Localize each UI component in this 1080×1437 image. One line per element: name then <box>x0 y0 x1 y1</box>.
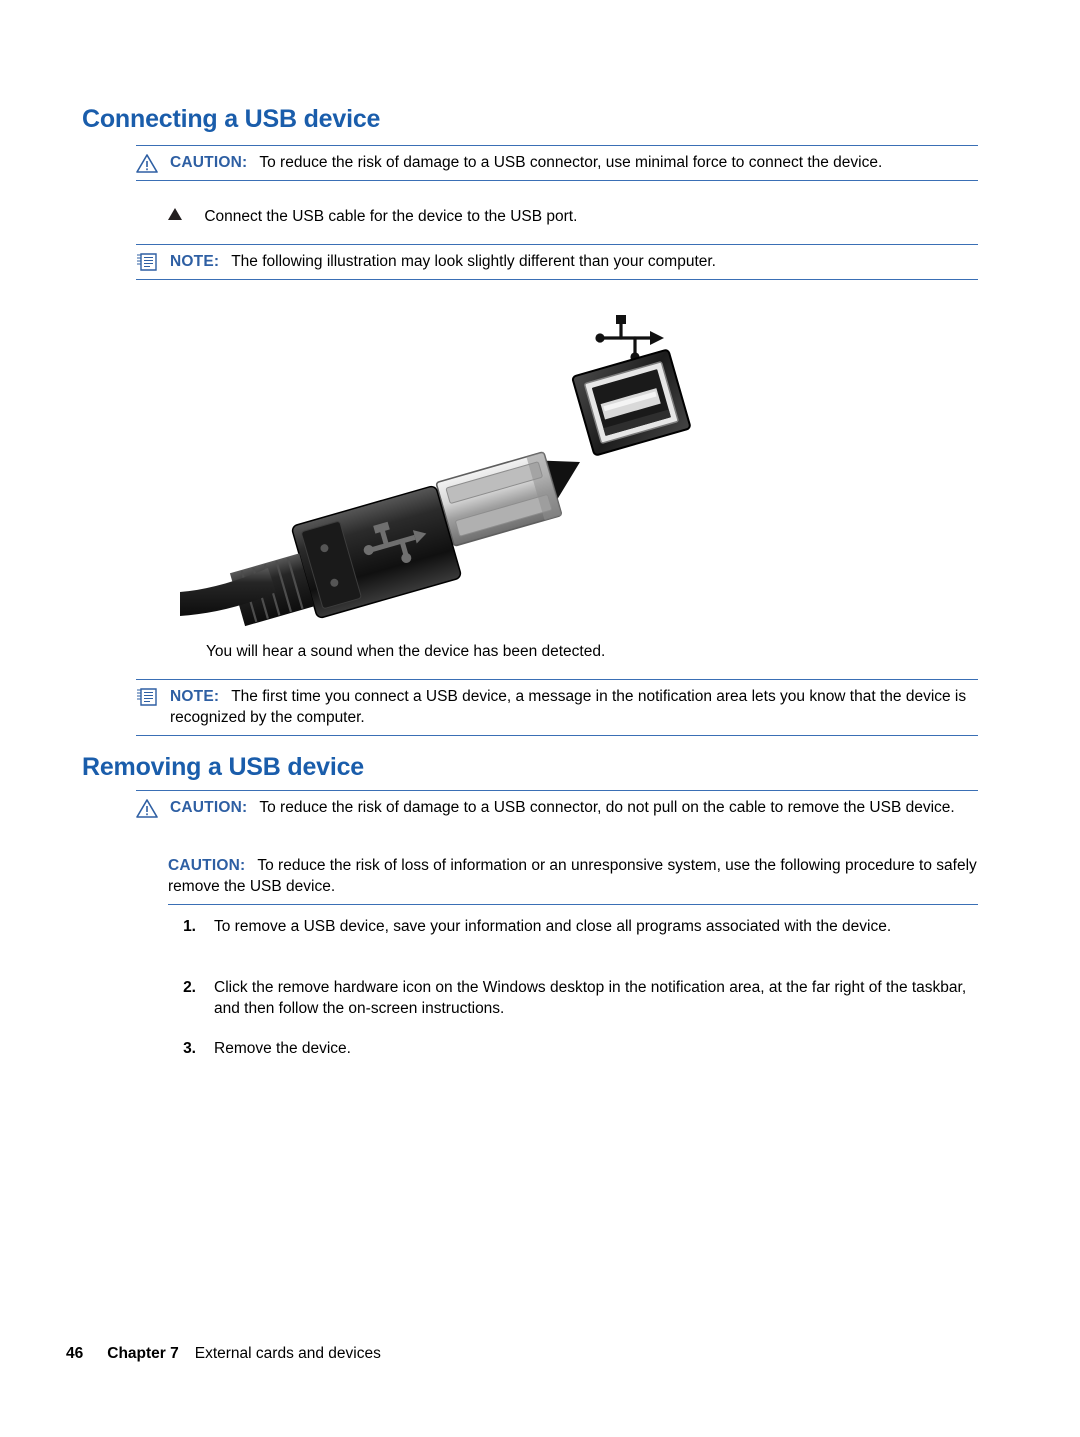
caution-block-remove-1: CAUTION: To reduce the risk of damage to … <box>136 790 978 825</box>
usb-plug-metal-tip <box>435 451 562 547</box>
caution-icon <box>136 799 158 818</box>
note-block-illustration: NOTE: The following illustration may look… <box>136 244 978 280</box>
usb-plug-body <box>291 485 462 619</box>
document-page: Connecting a USB device CAUTION: To reduc… <box>0 0 1080 1437</box>
list-item-step-1: 1. To remove a USB device, save your inf… <box>168 916 980 937</box>
note-block-first-time-inner: NOTE: The first time you connect a USB de… <box>136 686 978 728</box>
note-block-first-time: NOTE: The first time you connect a USB de… <box>136 679 978 736</box>
caution-label: CAUTION: <box>170 154 248 171</box>
bullet-connect-text: Connect the USB cable for the device to … <box>204 208 578 225</box>
step-number: 3. <box>183 1040 196 1057</box>
footer-chapter-title: External cards and devices <box>194 1345 381 1362</box>
caution-icon <box>136 154 158 173</box>
step-text: Remove the device. <box>214 1040 351 1057</box>
footer-page-number: 46 <box>66 1345 84 1362</box>
usb-port <box>571 349 691 456</box>
caution-label: CAUTION: <box>168 857 246 874</box>
step-text: To remove a USB device, save your inform… <box>214 918 892 935</box>
footer-chapter: Chapter 7 <box>107 1345 179 1362</box>
step-text: Click the remove hardware icon on the Wi… <box>214 979 967 1017</box>
caution-block-connect: CAUTION: To reduce the risk of damage to … <box>136 145 978 181</box>
note-label: NOTE: <box>170 253 220 270</box>
caution-remove-1-text: To reduce the risk of damage to a USB co… <box>259 799 955 816</box>
note-icon <box>136 252 160 272</box>
caution-block-remove-2: CAUTION: To reduce the risk of loss of in… <box>168 855 978 905</box>
triangle-bullet-icon <box>168 208 182 220</box>
page-footer: 46 Chapter 7 External cards and devices <box>66 1345 381 1363</box>
caution-block-connect-inner: CAUTION: To reduce the risk of damage to … <box>136 152 978 173</box>
note-block-illustration-inner: NOTE: The following illustration may look… <box>136 251 978 272</box>
bullet-connect-cable: Connect the USB cable for the device to … <box>168 206 968 227</box>
usb-cable-and-port-illustration <box>180 300 700 630</box>
note-label: NOTE: <box>170 688 220 705</box>
sound-detected-text: You will hear a sound when the device ha… <box>206 643 606 660</box>
list-item-step-3: 3. Remove the device. <box>168 1038 980 1059</box>
caution-connect-text: To reduce the risk of damage to a USB co… <box>259 154 883 171</box>
step-number: 2. <box>183 979 196 996</box>
caution-remove-2-text: To reduce the risk of loss of informatio… <box>168 857 977 895</box>
list-item-step-2: 2. Click the remove hardware icon on the… <box>168 977 980 1019</box>
page-title-connecting-usb-device: Connecting a USB device <box>82 105 381 133</box>
step-number: 1. <box>183 918 196 935</box>
note-icon <box>136 687 160 707</box>
page-title-removing-usb-device: Removing a USB device <box>82 753 365 781</box>
note-first-time-text: The first time you connect a USB device,… <box>170 688 967 726</box>
caution-block-remove-1-inner: CAUTION: To reduce the risk of damage to … <box>136 797 978 818</box>
note-illustration-text: The following illustration may look slig… <box>231 253 716 270</box>
caution-label: CAUTION: <box>170 799 248 816</box>
